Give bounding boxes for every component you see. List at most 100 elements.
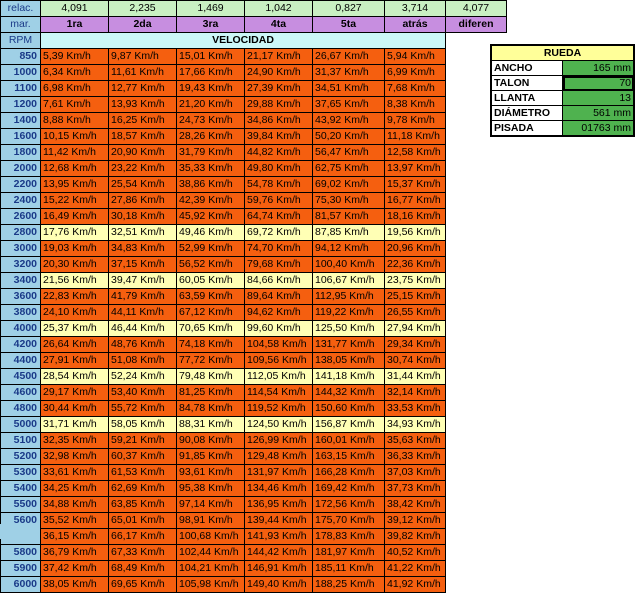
- ratio-cell[interactable]: 2,235: [108, 0, 177, 17]
- speed-cell[interactable]: 33,61 Km/h: [40, 464, 109, 481]
- rpm-cell[interactable]: 3400: [0, 272, 41, 289]
- speed-cell[interactable]: 149,40 Km/h: [244, 576, 313, 593]
- speed-cell[interactable]: 81,25 Km/h: [176, 384, 245, 401]
- speed-cell[interactable]: 11,18 Km/h: [384, 128, 446, 145]
- ratio-cell[interactable]: 0,827: [312, 0, 385, 17]
- speed-cell[interactable]: 169,42 Km/h: [312, 480, 385, 497]
- speed-cell[interactable]: 48,76 Km/h: [108, 336, 177, 353]
- speed-cell[interactable]: 31,79 Km/h: [176, 144, 245, 161]
- rpm-cell[interactable]: 4400: [0, 352, 41, 369]
- speed-cell[interactable]: 29,34 Km/h: [384, 336, 446, 353]
- speed-cell[interactable]: 88,31 Km/h: [176, 416, 245, 433]
- speed-cell[interactable]: 5,94 Km/h: [384, 48, 446, 65]
- speed-cell[interactable]: 89,64 Km/h: [244, 288, 313, 305]
- speed-cell[interactable]: 16,49 Km/h: [40, 208, 109, 225]
- speed-cell[interactable]: 51,08 Km/h: [108, 352, 177, 369]
- speed-cell[interactable]: 24,73 Km/h: [176, 112, 245, 129]
- speed-cell[interactable]: 163,15 Km/h: [312, 448, 385, 465]
- speed-cell[interactable]: 119,22 Km/h: [312, 304, 385, 321]
- speed-cell[interactable]: 104,58 Km/h: [244, 336, 313, 353]
- rueda-value[interactable]: 165 mm: [562, 60, 635, 76]
- rueda-value[interactable]: 13: [562, 90, 635, 106]
- speed-cell[interactable]: 60,05 Km/h: [176, 272, 245, 289]
- speed-cell[interactable]: 100,68 Km/h: [176, 528, 245, 545]
- speed-cell[interactable]: 63,85 Km/h: [108, 496, 177, 513]
- speed-cell[interactable]: 136,95 Km/h: [244, 496, 313, 513]
- speed-cell[interactable]: 31,71 Km/h: [40, 416, 109, 433]
- speed-cell[interactable]: 65,01 Km/h: [108, 512, 177, 529]
- speed-cell[interactable]: 6,34 Km/h: [40, 64, 109, 81]
- speed-cell[interactable]: 8,88 Km/h: [40, 112, 109, 129]
- speed-cell[interactable]: 34,51 Km/h: [312, 80, 385, 97]
- speed-cell[interactable]: 69,72 Km/h: [244, 224, 313, 241]
- speed-cell[interactable]: 95,38 Km/h: [176, 480, 245, 497]
- speed-cell[interactable]: 160,01 Km/h: [312, 432, 385, 449]
- speed-cell[interactable]: 32,98 Km/h: [40, 448, 109, 465]
- speed-cell[interactable]: 41,22 Km/h: [384, 560, 446, 577]
- rpm-cell[interactable]: 5800: [0, 544, 41, 561]
- ratio-cell[interactable]: 1,042: [244, 0, 313, 17]
- speed-cell[interactable]: 31,44 Km/h: [384, 368, 446, 385]
- rpm-cell[interactable]: 3200: [0, 256, 41, 273]
- rpm-cell[interactable]: 3600: [0, 288, 41, 305]
- rpm-cell[interactable]: 850: [0, 48, 41, 65]
- speed-cell[interactable]: 106,67 Km/h: [312, 272, 385, 289]
- rpm-cell[interactable]: 5500: [0, 496, 41, 513]
- speed-cell[interactable]: 19,56 Km/h: [384, 224, 446, 241]
- speed-cell[interactable]: 25,37 Km/h: [40, 320, 109, 337]
- speed-cell[interactable]: 15,37 Km/h: [384, 176, 446, 193]
- speed-cell[interactable]: 38,42 Km/h: [384, 496, 446, 513]
- speed-cell[interactable]: 59,76 Km/h: [244, 192, 313, 209]
- speed-cell[interactable]: 52,99 Km/h: [176, 240, 245, 257]
- rpm-cell[interactable]: 4600: [0, 384, 41, 401]
- speed-cell[interactable]: 178,83 Km/h: [312, 528, 385, 545]
- speed-cell[interactable]: 56,52 Km/h: [176, 256, 245, 273]
- speed-cell[interactable]: 100,40 Km/h: [312, 256, 385, 273]
- rpm-cell[interactable]: 5000: [0, 416, 41, 433]
- speed-cell[interactable]: 36,15 Km/h: [40, 528, 109, 545]
- speed-cell[interactable]: 77,72 Km/h: [176, 352, 245, 369]
- speed-cell[interactable]: 20,30 Km/h: [40, 256, 109, 273]
- rpm-cell[interactable]: 4200: [0, 336, 41, 353]
- speed-cell[interactable]: 44,11 Km/h: [108, 304, 177, 321]
- speed-cell[interactable]: 112,05 Km/h: [244, 368, 313, 385]
- speed-cell[interactable]: 166,28 Km/h: [312, 464, 385, 481]
- rpm-cell[interactable]: 4800: [0, 400, 41, 417]
- speed-cell[interactable]: 27,39 Km/h: [244, 80, 313, 97]
- speed-cell[interactable]: 39,47 Km/h: [108, 272, 177, 289]
- speed-cell[interactable]: 36,33 Km/h: [384, 448, 446, 465]
- speed-cell[interactable]: 134,46 Km/h: [244, 480, 313, 497]
- speed-cell[interactable]: 35,52 Km/h: [40, 512, 109, 529]
- speed-cell[interactable]: 37,03 Km/h: [384, 464, 446, 481]
- speed-cell[interactable]: 27,86 Km/h: [108, 192, 177, 209]
- speed-cell[interactable]: 98,91 Km/h: [176, 512, 245, 529]
- speed-cell[interactable]: 32,51 Km/h: [108, 224, 177, 241]
- rpm-cell[interactable]: 1800: [0, 144, 41, 161]
- speed-cell[interactable]: 79,68 Km/h: [244, 256, 313, 273]
- speed-cell[interactable]: 84,66 Km/h: [244, 272, 313, 289]
- speed-cell[interactable]: 15,01 Km/h: [176, 48, 245, 65]
- speed-cell[interactable]: 144,32 Km/h: [312, 384, 385, 401]
- speed-cell[interactable]: 16,77 Km/h: [384, 192, 446, 209]
- rpm-cell[interactable]: 4500: [0, 368, 41, 385]
- speed-cell[interactable]: 181,97 Km/h: [312, 544, 385, 561]
- speed-cell[interactable]: 19,03 Km/h: [40, 240, 109, 257]
- speed-cell[interactable]: 18,57 Km/h: [108, 128, 177, 145]
- speed-cell[interactable]: 7,61 Km/h: [40, 96, 109, 113]
- speed-cell[interactable]: 39,12 Km/h: [384, 512, 446, 529]
- speed-cell[interactable]: 18,16 Km/h: [384, 208, 446, 225]
- speed-cell[interactable]: 33,53 Km/h: [384, 400, 446, 417]
- speed-cell[interactable]: 141,93 Km/h: [244, 528, 313, 545]
- speed-cell[interactable]: 34,93 Km/h: [384, 416, 446, 433]
- rpm-cell[interactable]: 5200: [0, 448, 41, 465]
- speed-cell[interactable]: 7,68 Km/h: [384, 80, 446, 97]
- speed-cell[interactable]: 38,86 Km/h: [176, 176, 245, 193]
- ratio-cell[interactable]: 3,714: [384, 0, 446, 17]
- speed-cell[interactable]: 74,70 Km/h: [244, 240, 313, 257]
- speed-cell[interactable]: 22,36 Km/h: [384, 256, 446, 273]
- speed-cell[interactable]: 69,02 Km/h: [312, 176, 385, 193]
- speed-cell[interactable]: 114,54 Km/h: [244, 384, 313, 401]
- speed-cell[interactable]: 49,46 Km/h: [176, 224, 245, 241]
- speed-cell[interactable]: 63,59 Km/h: [176, 288, 245, 305]
- speed-cell[interactable]: 74,18 Km/h: [176, 336, 245, 353]
